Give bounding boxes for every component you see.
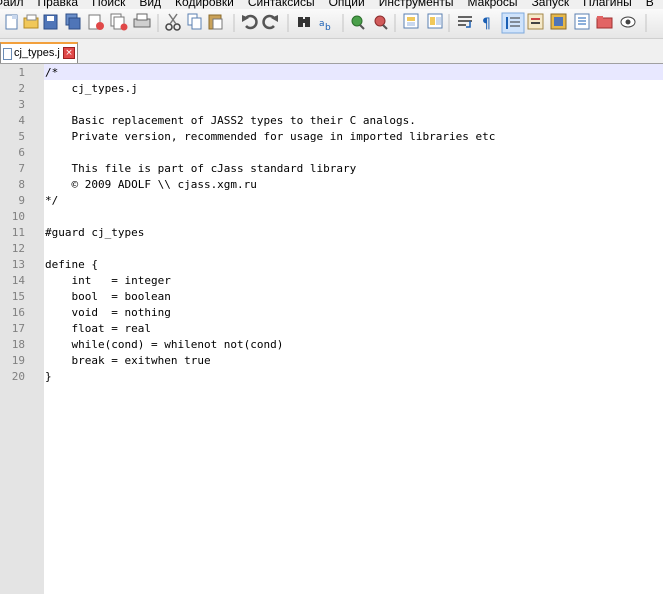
- zoom-out-icon[interactable]: [374, 15, 388, 30]
- replace-icon[interactable]: ab: [319, 19, 331, 33]
- line-number: 19: [11, 354, 25, 367]
- svg-text:a: a: [319, 19, 325, 29]
- code-line[interactable]: break = exitwhen true: [45, 353, 210, 369]
- menu-bar: Файл Правка Поиск Вид Кодировки Синтаксисы Опц…: [0, 0, 663, 9]
- line-number: 1: [18, 66, 25, 79]
- svg-text:¶: ¶: [482, 16, 491, 32]
- code-line[interactable]: float = real: [45, 321, 150, 337]
- menu-item[interactable]: В: [646, 0, 654, 9]
- monitor-icon[interactable]: [620, 16, 636, 28]
- menu-item[interactable]: Файл: [0, 0, 24, 9]
- code-line[interactable]: Basic replacement of JASS2 types to thei…: [45, 113, 415, 129]
- code-line[interactable]: cj_types.j: [45, 81, 137, 97]
- folder-icon[interactable]: [596, 16, 613, 29]
- menu-item[interactable]: Поиск: [92, 0, 125, 9]
- file-icon: [3, 48, 12, 60]
- menu-item[interactable]: Синтаксисы: [248, 0, 315, 9]
- code-line[interactable]: #guard cj_types: [45, 225, 144, 241]
- menu-item[interactable]: Вид: [139, 0, 161, 9]
- line-number: 14: [11, 274, 25, 287]
- print-icon[interactable]: [133, 13, 151, 28]
- tab-close-icon[interactable]: ×: [63, 47, 75, 59]
- line-number: 16: [11, 306, 25, 319]
- undo-icon[interactable]: [242, 14, 258, 30]
- line-number: 13: [11, 258, 25, 271]
- svg-text:b: b: [325, 23, 331, 33]
- menu-item[interactable]: Запуск: [532, 0, 570, 9]
- code-line[interactable]: */: [45, 193, 58, 209]
- code-line[interactable]: }: [45, 369, 52, 385]
- function-list-icon[interactable]: [574, 13, 590, 30]
- line-number: 10: [11, 210, 25, 223]
- tab-bar: cj_types.j ×: [0, 39, 663, 64]
- show-all-characters-icon[interactable]: ¶: [482, 16, 491, 32]
- redo-icon[interactable]: [262, 14, 278, 30]
- line-number: 8: [18, 178, 25, 191]
- save-all-icon[interactable]: [65, 13, 81, 30]
- code-line[interactable]: This file is part of cJass standard libr…: [45, 161, 356, 177]
- open-file-icon[interactable]: [23, 14, 39, 29]
- line-number: 4: [18, 114, 25, 127]
- menu-item[interactable]: Плагины: [583, 0, 632, 9]
- line-number: 2: [18, 82, 25, 95]
- code-line[interactable]: /*: [45, 65, 58, 81]
- word-wrap-icon[interactable]: [458, 16, 472, 28]
- cut-icon[interactable]: [165, 13, 181, 31]
- menu-item[interactable]: Макросы: [468, 0, 518, 9]
- line-number: 20: [11, 370, 25, 383]
- tab-cj-types[interactable]: cj_types.j ×: [0, 42, 78, 63]
- toolbar: ab ¶: [0, 9, 663, 39]
- toolbar-icons: ab ¶: [5, 12, 647, 34]
- code-line[interactable]: Private version, recommended for usage i…: [45, 129, 495, 145]
- zoom-in-icon[interactable]: [351, 15, 365, 30]
- line-number: 11: [11, 226, 25, 239]
- find-icon[interactable]: [298, 17, 310, 27]
- sync-vertical-icon[interactable]: [403, 13, 419, 29]
- line-number: 18: [11, 338, 25, 351]
- current-line-highlight: [44, 64, 663, 80]
- line-number: 12: [11, 242, 25, 255]
- menu-item[interactable]: Правка: [38, 0, 79, 9]
- tab-label: cj_types.j: [14, 47, 60, 59]
- close-icon[interactable]: [88, 14, 104, 30]
- new-file-icon[interactable]: [5, 14, 18, 30]
- paste-icon[interactable]: [208, 14, 223, 30]
- document-map-icon[interactable]: [550, 13, 567, 30]
- toolbar-separators: [157, 14, 647, 32]
- close-all-icon[interactable]: [110, 13, 128, 31]
- code-line[interactable]: define {: [45, 257, 98, 273]
- line-number: 3: [18, 98, 25, 111]
- menu-item[interactable]: Кодировки: [175, 0, 234, 9]
- copy-icon[interactable]: [187, 13, 202, 30]
- line-number: 15: [11, 290, 25, 303]
- sync-horizontal-icon[interactable]: [427, 13, 443, 29]
- code-line[interactable]: © 2009 ADOLF \\ cjass.xgm.ru: [45, 177, 256, 193]
- code-line[interactable]: int = integer: [45, 273, 170, 289]
- line-number-gutter: 1 2 3 4 5 6 7 8 9 10 11 12 13 14 15 16 17 18 19 20: [0, 64, 44, 594]
- line-number: 17: [11, 322, 25, 335]
- editor[interactable]: 1 2 3 4 5 6 7 8 9 10 11 12 13 14 15 16 17 18 19 20 /* cj_ty…: [0, 64, 663, 594]
- code-line[interactable]: while(cond) = whilenot not(cond): [45, 337, 283, 353]
- line-number: 9: [18, 194, 25, 207]
- code-line[interactable]: bool = boolean: [45, 289, 170, 305]
- menu-item[interactable]: Инструменты: [379, 0, 454, 9]
- menu-item[interactable]: Опции: [329, 0, 365, 9]
- line-number: 6: [18, 146, 25, 159]
- line-number: 5: [18, 130, 25, 143]
- line-number: 7: [18, 162, 25, 175]
- save-icon[interactable]: [43, 14, 58, 30]
- user-language-icon[interactable]: [527, 13, 544, 30]
- code-line[interactable]: void = nothing: [45, 305, 170, 321]
